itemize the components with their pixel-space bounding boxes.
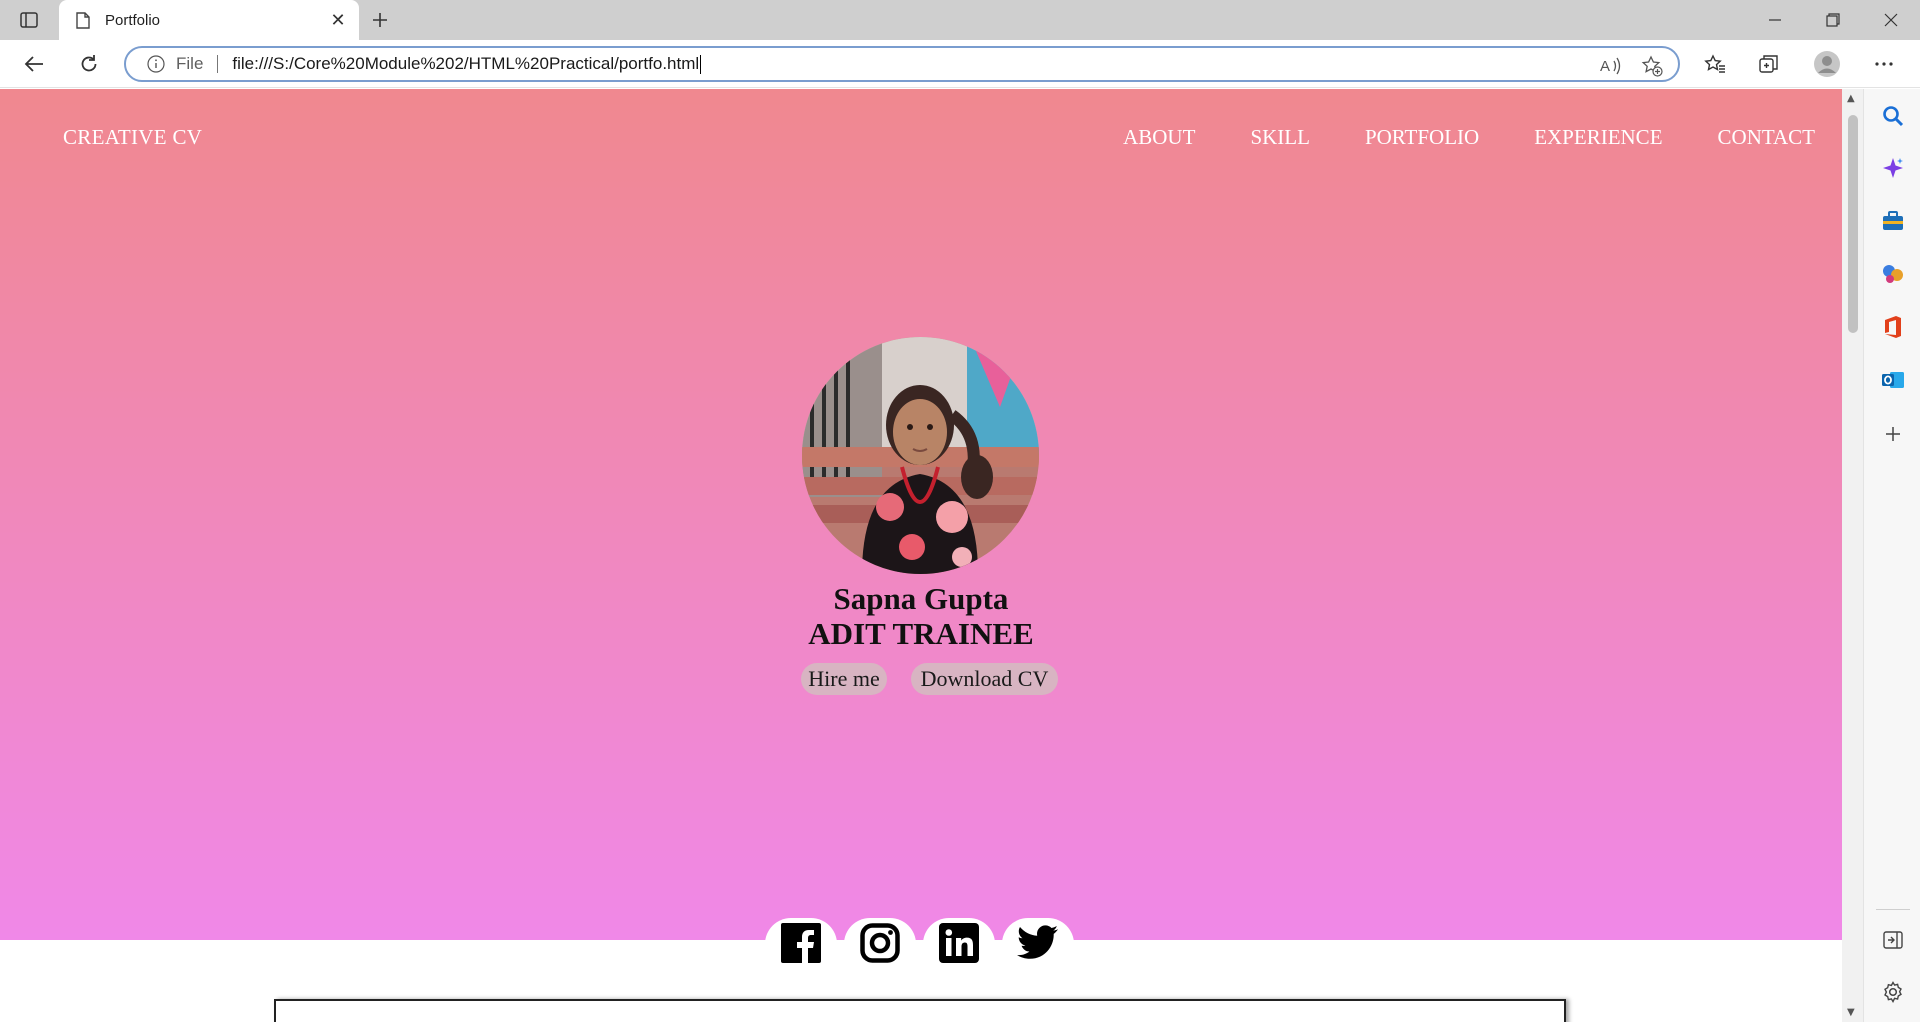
tab-title: Portfolio <box>105 11 161 29</box>
refresh-icon[interactable] <box>73 48 105 80</box>
nav-link-contact[interactable]: CONTACT <box>1718 125 1815 150</box>
search-icon[interactable] <box>1880 103 1906 129</box>
office-icon[interactable] <box>1880 314 1906 340</box>
favorites-icon[interactable] <box>1699 48 1731 80</box>
twitter-icon[interactable] <box>1002 918 1074 968</box>
close-tab-icon[interactable]: ✕ <box>327 9 349 31</box>
address-separator <box>217 55 219 73</box>
page-scrollbar[interactable]: ▲ ▼ <box>1842 89 1863 1022</box>
profile-role: ADIT TRAINEE <box>808 616 1034 651</box>
add-sidebar-app-icon[interactable] <box>1880 421 1906 447</box>
add-favorite-icon[interactable] <box>1638 52 1666 80</box>
hide-sidebar-icon[interactable] <box>1880 927 1906 953</box>
hire-me-button[interactable]: Hire me <box>801 663 887 695</box>
info-icon[interactable] <box>146 54 166 74</box>
more-options-icon[interactable] <box>1868 48 1900 80</box>
about-section-box <box>274 999 1566 1022</box>
social-links <box>765 918 1074 968</box>
edge-sidebar <box>1863 89 1920 1022</box>
new-tab-icon[interactable] <box>366 6 394 34</box>
back-icon[interactable] <box>18 48 50 80</box>
active-tab[interactable]: Portfolio ✕ <box>59 0 359 40</box>
browser-toolbar: File file:///S:/Core%20Module%202/HTML%2… <box>0 40 1920 88</box>
games-icon[interactable] <box>1880 261 1906 287</box>
nav-brand[interactable]: CREATIVE CV <box>63 125 202 150</box>
text-caret <box>700 54 702 74</box>
copilot-sparkle-icon[interactable] <box>1880 155 1906 181</box>
profile-avatar-icon[interactable] <box>1811 48 1843 80</box>
svg-text:A: A <box>1600 58 1610 75</box>
window-controls <box>1746 0 1920 40</box>
profile-name: Sapna Gupta <box>833 581 1009 616</box>
instagram-icon[interactable] <box>844 918 916 968</box>
restore-icon[interactable] <box>1804 0 1862 40</box>
nav-link-skill[interactable]: SKILL <box>1250 125 1310 150</box>
scroll-down-arrow-icon[interactable]: ▼ <box>1847 1007 1855 1018</box>
address-bar[interactable]: File file:///S:/Core%20Module%202/HTML%2… <box>124 46 1680 82</box>
hero-section: CREATIVE CV ABOUT SKILL PORTFOLIO EXPERI… <box>0 89 1842 940</box>
outlook-icon[interactable] <box>1880 367 1906 393</box>
nav-link-about[interactable]: ABOUT <box>1123 125 1195 150</box>
scroll-thumb[interactable] <box>1848 115 1858 333</box>
tab-strip: Portfolio ✕ <box>0 0 1920 40</box>
settings-gear-icon[interactable] <box>1880 979 1906 1005</box>
read-aloud-icon[interactable]: A <box>1596 52 1624 80</box>
page-icon <box>73 10 93 30</box>
nav-link-portfolio[interactable]: PORTFOLIO <box>1365 125 1479 150</box>
linkedin-icon[interactable] <box>923 918 995 968</box>
profile-photo <box>802 337 1039 574</box>
download-cv-button[interactable]: Download CV <box>911 663 1058 695</box>
facebook-icon[interactable] <box>765 918 837 968</box>
page-viewport: CREATIVE CV ABOUT SKILL PORTFOLIO EXPERI… <box>0 89 1842 1022</box>
scroll-up-arrow-icon[interactable]: ▲ <box>1847 93 1855 104</box>
nav-links: ABOUT SKILL PORTFOLIO EXPERIENCE CONTACT <box>1123 125 1815 150</box>
collections-icon[interactable] <box>1753 48 1785 80</box>
minimize-icon[interactable] <box>1746 0 1804 40</box>
nav-link-experience[interactable]: EXPERIENCE <box>1534 125 1662 150</box>
url-text[interactable]: file:///S:/Core%20Module%202/HTML%20Prac… <box>232 54 699 74</box>
address-scheme-label: File <box>176 54 204 73</box>
tab-actions-icon[interactable] <box>14 8 44 32</box>
sidebar-divider <box>1876 909 1910 910</box>
close-window-icon[interactable] <box>1862 0 1920 40</box>
tools-briefcase-icon[interactable] <box>1880 208 1906 234</box>
